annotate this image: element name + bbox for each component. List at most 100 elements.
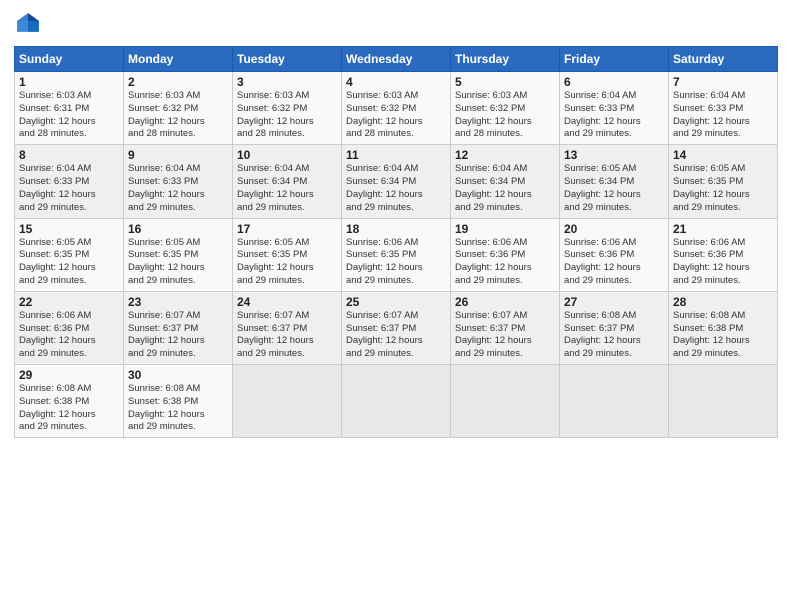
- day-info: Sunrise: 6:05 AMSunset: 6:35 PMDaylight:…: [128, 237, 228, 288]
- day-info: Sunrise: 6:03 AMSunset: 6:32 PMDaylight:…: [128, 90, 228, 141]
- table-row: 29Sunrise: 6:08 AMSunset: 6:38 PMDayligh…: [15, 365, 124, 438]
- table-row: 1Sunrise: 6:03 AMSunset: 6:31 PMDaylight…: [15, 72, 124, 145]
- day-number: 18: [346, 222, 446, 236]
- day-info: Sunrise: 6:04 AMSunset: 6:33 PMDaylight:…: [128, 163, 228, 214]
- table-row: 16Sunrise: 6:05 AMSunset: 6:35 PMDayligh…: [124, 218, 233, 291]
- day-number: 28: [673, 295, 773, 309]
- day-number: 26: [455, 295, 555, 309]
- day-info: Sunrise: 6:04 AMSunset: 6:33 PMDaylight:…: [19, 163, 119, 214]
- day-number: 16: [128, 222, 228, 236]
- table-row: 8Sunrise: 6:04 AMSunset: 6:33 PMDaylight…: [15, 145, 124, 218]
- table-row: 10Sunrise: 6:04 AMSunset: 6:34 PMDayligh…: [233, 145, 342, 218]
- day-info: Sunrise: 6:06 AMSunset: 6:36 PMDaylight:…: [673, 237, 773, 288]
- table-row: [669, 365, 778, 438]
- day-number: 7: [673, 75, 773, 89]
- day-info: Sunrise: 6:04 AMSunset: 6:33 PMDaylight:…: [673, 90, 773, 141]
- table-row: 7Sunrise: 6:04 AMSunset: 6:33 PMDaylight…: [669, 72, 778, 145]
- calendar-week-row: 29Sunrise: 6:08 AMSunset: 6:38 PMDayligh…: [15, 365, 778, 438]
- table-row: 9Sunrise: 6:04 AMSunset: 6:33 PMDaylight…: [124, 145, 233, 218]
- day-info: Sunrise: 6:07 AMSunset: 6:37 PMDaylight:…: [237, 310, 337, 361]
- table-row: 30Sunrise: 6:08 AMSunset: 6:38 PMDayligh…: [124, 365, 233, 438]
- day-number: 3: [237, 75, 337, 89]
- table-row: 24Sunrise: 6:07 AMSunset: 6:37 PMDayligh…: [233, 291, 342, 364]
- day-info: Sunrise: 6:08 AMSunset: 6:38 PMDaylight:…: [128, 383, 228, 434]
- day-number: 15: [19, 222, 119, 236]
- day-info: Sunrise: 6:05 AMSunset: 6:34 PMDaylight:…: [564, 163, 664, 214]
- day-info: Sunrise: 6:04 AMSunset: 6:33 PMDaylight:…: [564, 90, 664, 141]
- col-saturday: Saturday: [669, 47, 778, 72]
- day-number: 14: [673, 148, 773, 162]
- day-number: 2: [128, 75, 228, 89]
- table-row: 21Sunrise: 6:06 AMSunset: 6:36 PMDayligh…: [669, 218, 778, 291]
- table-row: 23Sunrise: 6:07 AMSunset: 6:37 PMDayligh…: [124, 291, 233, 364]
- day-info: Sunrise: 6:05 AMSunset: 6:35 PMDaylight:…: [19, 237, 119, 288]
- table-row: 6Sunrise: 6:04 AMSunset: 6:33 PMDaylight…: [560, 72, 669, 145]
- day-number: 9: [128, 148, 228, 162]
- day-info: Sunrise: 6:03 AMSunset: 6:32 PMDaylight:…: [346, 90, 446, 141]
- table-row: 18Sunrise: 6:06 AMSunset: 6:35 PMDayligh…: [342, 218, 451, 291]
- day-info: Sunrise: 6:03 AMSunset: 6:32 PMDaylight:…: [455, 90, 555, 141]
- col-wednesday: Wednesday: [342, 47, 451, 72]
- day-info: Sunrise: 6:07 AMSunset: 6:37 PMDaylight:…: [128, 310, 228, 361]
- table-row: 3Sunrise: 6:03 AMSunset: 6:32 PMDaylight…: [233, 72, 342, 145]
- day-info: Sunrise: 6:03 AMSunset: 6:31 PMDaylight:…: [19, 90, 119, 141]
- col-thursday: Thursday: [451, 47, 560, 72]
- table-row: 17Sunrise: 6:05 AMSunset: 6:35 PMDayligh…: [233, 218, 342, 291]
- table-row: [451, 365, 560, 438]
- col-friday: Friday: [560, 47, 669, 72]
- day-number: 23: [128, 295, 228, 309]
- table-row: 27Sunrise: 6:08 AMSunset: 6:37 PMDayligh…: [560, 291, 669, 364]
- table-row: 25Sunrise: 6:07 AMSunset: 6:37 PMDayligh…: [342, 291, 451, 364]
- calendar-week-row: 22Sunrise: 6:06 AMSunset: 6:36 PMDayligh…: [15, 291, 778, 364]
- col-sunday: Sunday: [15, 47, 124, 72]
- day-number: 19: [455, 222, 555, 236]
- day-number: 29: [19, 368, 119, 382]
- table-row: 22Sunrise: 6:06 AMSunset: 6:36 PMDayligh…: [15, 291, 124, 364]
- day-info: Sunrise: 6:03 AMSunset: 6:32 PMDaylight:…: [237, 90, 337, 141]
- day-info: Sunrise: 6:05 AMSunset: 6:35 PMDaylight:…: [237, 237, 337, 288]
- table-row: 20Sunrise: 6:06 AMSunset: 6:36 PMDayligh…: [560, 218, 669, 291]
- calendar-header-row: Sunday Monday Tuesday Wednesday Thursday…: [15, 47, 778, 72]
- table-row: 2Sunrise: 6:03 AMSunset: 6:32 PMDaylight…: [124, 72, 233, 145]
- table-row: 14Sunrise: 6:05 AMSunset: 6:35 PMDayligh…: [669, 145, 778, 218]
- day-info: Sunrise: 6:04 AMSunset: 6:34 PMDaylight:…: [455, 163, 555, 214]
- day-number: 21: [673, 222, 773, 236]
- calendar-week-row: 8Sunrise: 6:04 AMSunset: 6:33 PMDaylight…: [15, 145, 778, 218]
- day-info: Sunrise: 6:08 AMSunset: 6:38 PMDaylight:…: [19, 383, 119, 434]
- calendar-week-row: 1Sunrise: 6:03 AMSunset: 6:31 PMDaylight…: [15, 72, 778, 145]
- day-info: Sunrise: 6:06 AMSunset: 6:36 PMDaylight:…: [19, 310, 119, 361]
- day-info: Sunrise: 6:04 AMSunset: 6:34 PMDaylight:…: [346, 163, 446, 214]
- day-number: 30: [128, 368, 228, 382]
- day-number: 13: [564, 148, 664, 162]
- day-number: 8: [19, 148, 119, 162]
- header: [14, 10, 778, 38]
- calendar-table: Sunday Monday Tuesday Wednesday Thursday…: [14, 46, 778, 438]
- table-row: 26Sunrise: 6:07 AMSunset: 6:37 PMDayligh…: [451, 291, 560, 364]
- day-number: 12: [455, 148, 555, 162]
- day-number: 4: [346, 75, 446, 89]
- table-row: 11Sunrise: 6:04 AMSunset: 6:34 PMDayligh…: [342, 145, 451, 218]
- table-row: 15Sunrise: 6:05 AMSunset: 6:35 PMDayligh…: [15, 218, 124, 291]
- day-number: 25: [346, 295, 446, 309]
- day-info: Sunrise: 6:08 AMSunset: 6:37 PMDaylight:…: [564, 310, 664, 361]
- table-row: 13Sunrise: 6:05 AMSunset: 6:34 PMDayligh…: [560, 145, 669, 218]
- logo-icon: [14, 10, 42, 38]
- col-monday: Monday: [124, 47, 233, 72]
- table-row: [233, 365, 342, 438]
- day-info: Sunrise: 6:06 AMSunset: 6:36 PMDaylight:…: [564, 237, 664, 288]
- day-number: 27: [564, 295, 664, 309]
- col-tuesday: Tuesday: [233, 47, 342, 72]
- day-number: 1: [19, 75, 119, 89]
- table-row: 12Sunrise: 6:04 AMSunset: 6:34 PMDayligh…: [451, 145, 560, 218]
- day-number: 11: [346, 148, 446, 162]
- calendar-week-row: 15Sunrise: 6:05 AMSunset: 6:35 PMDayligh…: [15, 218, 778, 291]
- day-info: Sunrise: 6:07 AMSunset: 6:37 PMDaylight:…: [455, 310, 555, 361]
- logo: [14, 10, 46, 38]
- day-info: Sunrise: 6:07 AMSunset: 6:37 PMDaylight:…: [346, 310, 446, 361]
- day-number: 20: [564, 222, 664, 236]
- day-number: 17: [237, 222, 337, 236]
- table-row: 4Sunrise: 6:03 AMSunset: 6:32 PMDaylight…: [342, 72, 451, 145]
- day-info: Sunrise: 6:06 AMSunset: 6:36 PMDaylight:…: [455, 237, 555, 288]
- table-row: 5Sunrise: 6:03 AMSunset: 6:32 PMDaylight…: [451, 72, 560, 145]
- page: Sunday Monday Tuesday Wednesday Thursday…: [0, 0, 792, 612]
